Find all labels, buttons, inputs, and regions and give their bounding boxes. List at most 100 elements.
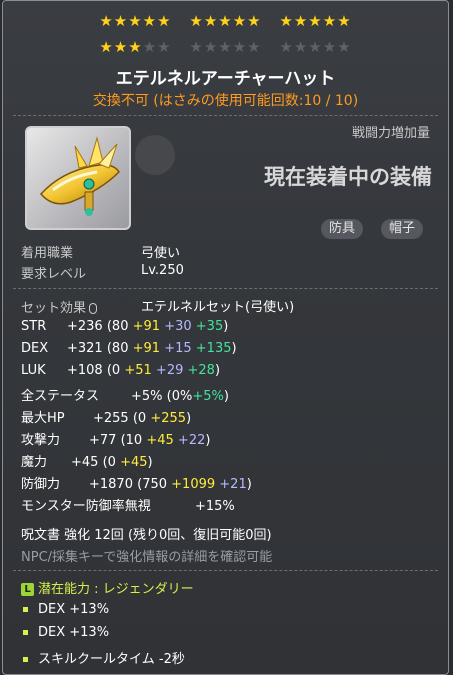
star-group: ★★★★★	[189, 38, 262, 56]
stat-max-hp: 最大HP +255 (0 +255)	[21, 407, 191, 426]
potential-text: スキルクールタイム -2秒	[38, 652, 185, 667]
stat-defense: 防御力 +1870 (750 +1099 +21)	[21, 473, 252, 492]
stat-total: +108	[67, 363, 103, 378]
stat-name: LUK	[21, 363, 46, 378]
stat-enhance: +29	[155, 363, 184, 378]
stat-close: )	[231, 341, 237, 356]
stat-scroll: +45	[120, 455, 148, 470]
stat-total: +236	[67, 319, 103, 334]
stat-close: )	[223, 319, 229, 334]
stat-base: (10	[120, 433, 143, 448]
stat-close: )	[205, 433, 211, 448]
stat-enhance: +30	[164, 319, 192, 334]
stat-scroll: +91	[132, 319, 161, 334]
stat-attack: 攻撃力 +77 (10 +45 +22)	[21, 429, 210, 448]
stat-close: )	[223, 389, 229, 404]
scroll-info: 呪文書 強化 12回 (残り0回、復旧可能0回)	[21, 528, 272, 543]
stat-luk: LUK +108 (0 +51 +29 +28)	[21, 363, 220, 378]
potential-line: DEX +13%	[23, 602, 109, 617]
stat-scroll: +1099	[171, 477, 216, 492]
background-art	[135, 135, 175, 175]
stat-total: +77	[89, 433, 117, 448]
stat-ignore-defense: モンスター防御率無視 +15%	[21, 495, 235, 514]
stat-base: (80	[106, 319, 129, 334]
stat-magic: 魔力 +45 (0 +45)	[21, 451, 153, 470]
level-label: 要求レベル	[21, 267, 87, 282]
set-effect-label: セット効果	[21, 297, 98, 316]
currently-equipped-label: 現在装着中の装備	[264, 165, 432, 189]
level-value: Lv.250	[141, 263, 184, 278]
stat-flame: +135	[195, 341, 232, 356]
stat-name: 魔力	[21, 455, 48, 470]
stat-total: +255	[93, 411, 129, 426]
stat-base: (750	[137, 477, 168, 492]
stat-dex: DEX +321 (80 +91 +15 +135)	[21, 341, 237, 356]
stat-flame: +28	[187, 363, 215, 378]
stat-flame: +35	[195, 319, 224, 334]
star-group: ★★★★★	[189, 12, 262, 30]
job-value: 弓使い	[141, 246, 181, 261]
bullet-icon	[23, 630, 28, 635]
stat-close: )	[214, 363, 221, 378]
enhance-hint: NPC/採集キーで強化情報の詳細を確認可能	[21, 550, 273, 565]
star-force-row-2: ★★★★★ ★★★★★ ★★★★★	[3, 38, 448, 56]
stat-enhance: +15	[164, 341, 192, 356]
stat-name: DEX	[21, 341, 49, 356]
star-group: ★★★★★	[279, 38, 352, 56]
stat-total: +15%	[195, 499, 235, 514]
stat-total: +321	[67, 341, 103, 356]
stat-close: )	[186, 411, 192, 426]
set-effect-text: セット効果	[21, 301, 87, 316]
star-group: ★★★★★	[99, 38, 171, 56]
stat-name: モンスター防御率無視	[21, 499, 151, 514]
stat-scroll: +45	[146, 433, 174, 448]
legendary-badge-icon: L	[21, 583, 34, 596]
divider	[13, 570, 438, 571]
star-group: ★★★★★	[99, 12, 172, 30]
stat-base: (0	[132, 411, 147, 426]
potential-text: DEX +13%	[38, 602, 110, 617]
potential-header: L 潜在能力 : レジェンダリー	[21, 578, 194, 597]
stat-total: +1870	[89, 477, 133, 492]
stat-name: 防御力	[21, 477, 61, 492]
stat-enhance: +21	[219, 477, 247, 492]
stat-close: )	[147, 455, 153, 470]
star-on: ★★★	[99, 38, 143, 56]
stat-scroll: +51	[124, 363, 152, 378]
stat-name: 攻撃力	[21, 433, 61, 448]
item-name: エテルネルアーチャーハット	[115, 69, 336, 89]
stat-scroll: +255	[150, 411, 187, 426]
item-icon-frame	[25, 126, 131, 230]
job-label: 着用職業	[21, 246, 74, 261]
stat-enhance: +22	[177, 433, 206, 448]
bullet-icon	[23, 657, 28, 662]
stat-base: (0%	[166, 389, 193, 404]
stat-name: 最大HP	[21, 411, 65, 426]
set-name: エテルネルセット(弓使い)	[141, 300, 295, 315]
bullet-icon	[23, 607, 28, 612]
potential-text: DEX +13%	[38, 625, 110, 640]
stat-flame: +5%	[192, 389, 224, 404]
stat-str: STR +236 (80 +91 +30 +35)	[21, 319, 228, 334]
stat-name: STR	[21, 319, 47, 334]
stat-total: +5%	[131, 389, 163, 404]
stat-total: +45	[71, 455, 99, 470]
stat-all: 全ステータス +5% (0%+5%)	[21, 385, 229, 404]
potential-grade: 潜在能力 : レジェンダリー	[38, 582, 194, 597]
stat-scroll: +91	[132, 341, 161, 356]
stat-base: (0	[102, 455, 116, 470]
star-off: ★★	[142, 38, 172, 56]
star-force-row-1: ★★★★★ ★★★★★ ★★★★★	[3, 12, 448, 30]
tag-armor: 防具	[321, 219, 364, 239]
stat-base: (80	[106, 341, 129, 356]
star-group: ★★★★★	[279, 12, 352, 30]
trade-status: 交換不可 (はさみの使用可能回数:10 / 10)	[92, 93, 359, 109]
mouse-icon	[89, 303, 98, 314]
potential-line: DEX +13%	[23, 625, 109, 640]
archer-hat-icon	[39, 136, 120, 216]
tag-hat: 帽子	[381, 219, 424, 239]
divider	[13, 115, 438, 116]
stat-close: )	[246, 477, 252, 492]
power-increase-label: 戦闘力増加量	[351, 126, 430, 141]
item-tooltip: ★★★★★ ★★★★★ ★★★★★ ★★★★★ ★★★★★ ★★★★★ エテルネ…	[2, 0, 449, 675]
